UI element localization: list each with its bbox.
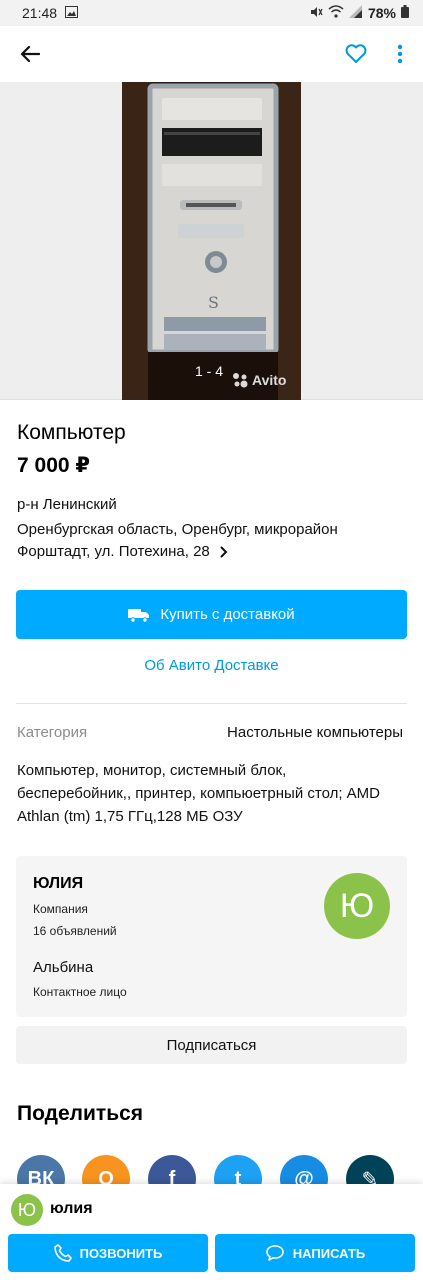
back-arrow-icon [20, 45, 40, 63]
avatar[interactable]: Ю [11, 1194, 43, 1226]
favorite-button[interactable] [340, 38, 372, 70]
contact-role: Контактное лицо [33, 985, 127, 999]
buy-button-label: Купить с доставкой [160, 606, 295, 623]
more-vert-icon [397, 44, 403, 64]
photo-gallery[interactable]: S 1 - 4 Avito [0, 82, 423, 400]
share-title: Поделиться [17, 1102, 144, 1125]
back-button[interactable] [14, 38, 46, 70]
photo-counter: 1 - 4 [195, 363, 224, 379]
wifi-icon [328, 5, 344, 21]
listing-price: 7 000 ₽ [17, 454, 90, 477]
mute-icon [309, 5, 323, 22]
avatar[interactable]: Ю [324, 873, 390, 939]
seller-name: ЮЛИЯ [33, 875, 84, 892]
listing-photo[interactable]: S [122, 82, 301, 400]
bottom-contact-bar: Ю юлия ПОЗВОНИТЬ НАПИСАТЬ [0, 1184, 423, 1280]
battery-percent: 78% [367, 5, 396, 21]
share-icons: ВК О f t @ ✎ [17, 1155, 407, 1203]
more-options-button[interactable] [386, 38, 414, 70]
status-bar: 21:48 78% [0, 0, 423, 26]
address-text: Оренбургская область, Оренбург, микрорай… [17, 521, 338, 560]
truck-icon [128, 608, 150, 623]
battery-icon [401, 5, 409, 21]
phone-icon [53, 1244, 72, 1262]
heart-icon [345, 44, 367, 63]
watermark-text: Avito [252, 372, 287, 388]
image-icon [65, 5, 79, 21]
status-time: 21:48 [22, 5, 58, 21]
chat-icon [265, 1245, 284, 1261]
contact-name: Альбина [33, 959, 94, 976]
buy-with-delivery-button[interactable]: Купить с доставкой [16, 590, 407, 639]
status-left: 21:48 [22, 5, 79, 21]
subscribe-button[interactable]: Подписаться [16, 1026, 407, 1064]
call-button[interactable]: ПОЗВОНИТЬ [8, 1234, 208, 1272]
avito-watermark: Avito [232, 372, 286, 388]
seller-name-bottom[interactable]: юлия [50, 1200, 93, 1218]
about-delivery-link[interactable]: Об Авито Доставке [0, 657, 423, 674]
listing-description: Компьютер, монитор, системный блок, бесп… [17, 762, 381, 825]
listing-address[interactable]: Оренбургская область, Оренбург, микрорай… [17, 519, 397, 563]
category-label: Категория [17, 724, 88, 741]
category-value: Настольные компьютеры [227, 724, 403, 741]
svg-text:S: S [208, 293, 219, 312]
message-button[interactable]: НАПИСАТЬ [215, 1234, 415, 1272]
listing-title: Компьютер [17, 421, 126, 444]
seller-type: Компания [33, 902, 88, 916]
seller-ads-count[interactable]: 16 объявлений [33, 924, 117, 938]
seller-card[interactable]: ЮЛИЯ Компания 16 объявлений Альбина Конт… [16, 856, 407, 1017]
message-button-label: НАПИСАТЬ [292, 1245, 366, 1261]
listing-district: р-н Ленинский [17, 496, 117, 513]
avito-logo-icon [233, 373, 248, 388]
call-button-label: ПОЗВОНИТЬ [79, 1245, 163, 1261]
chevron-right-icon [220, 546, 228, 558]
app-bar [0, 26, 423, 82]
divider [16, 703, 407, 704]
signal-icon [348, 5, 363, 21]
status-right: 78% [309, 5, 409, 22]
